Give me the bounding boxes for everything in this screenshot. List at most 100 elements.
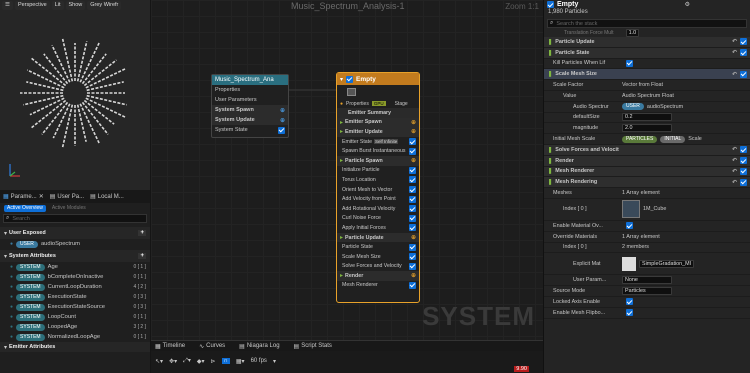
add-system-attribute-button[interactable]: + [138, 253, 146, 259]
stack-row-value[interactable]: Particles [622, 287, 672, 296]
collapse-chevron-icon[interactable]: ▾ [4, 344, 7, 351]
viewport-menu-icon[interactable]: ☰ [2, 1, 13, 10]
stack-row-value[interactable]: SimpleGradation_MI [639, 259, 695, 268]
stack-property-row[interactable]: Source Mode Particles [544, 286, 750, 297]
module-enabled-checkbox[interactable] [409, 243, 416, 251]
stack-property-row[interactable]: Scale Factor Vector from Float [544, 80, 750, 91]
stack-property-row[interactable]: Audio Spectrur USER audioSpectrum [544, 102, 750, 113]
grid-snap-icon[interactable]: ▦▾ [236, 358, 245, 365]
attribute-row[interactable]: ● SYSTEM ExecutionState 0 [ 3 ] [0, 292, 150, 302]
collapse-chevron-icon[interactable]: ▾ [340, 76, 343, 83]
preview-viewport[interactable]: ☰ Perspective Lit Show Grey Wirefr [0, 0, 150, 190]
emitter-node-row[interactable]: ▸ Particle Update ⊕ [337, 232, 419, 243]
cursor-tool-icon[interactable]: ↖▾ [155, 358, 163, 365]
tab-user-parameters[interactable]: ▤ User Pa... [50, 193, 84, 201]
section-enabled-checkbox[interactable] [740, 70, 747, 78]
scale-tool-icon[interactable]: ⤢▾ [183, 357, 191, 365]
attribute-row[interactable]: ● SYSTEM LoopedAge 3 [ 2 ] [0, 322, 150, 332]
tab-curves[interactable]: ∿ Curves [199, 343, 225, 350]
magnet-snap-button[interactable]: ∩ [221, 358, 230, 364]
emitter-node-row[interactable]: Emitter Summary [337, 108, 419, 118]
active-modules-tab[interactable]: Active Modules [49, 205, 89, 211]
emitter-node-row[interactable]: Solve Forces and Velocity [337, 262, 419, 272]
attribute-row[interactable]: ● SYSTEM NormalizedLoopAge 0 [ 1 ] [0, 332, 150, 342]
tab-parameters[interactable]: ▦ Parame... ✕ [3, 193, 44, 201]
system-node[interactable]: Music_Spectrum_Ana Properties User Parame… [211, 74, 289, 138]
module-enabled-checkbox[interactable] [409, 195, 416, 203]
attribute-row[interactable]: ● SYSTEM bCompleteOnInactive 0 [ 1 ] [0, 272, 150, 282]
section-enabled-checkbox[interactable] [740, 167, 747, 175]
add-module-icon[interactable]: ⊕ [280, 107, 285, 114]
emitter-node-row[interactable]: Apply Initial Forces [337, 223, 419, 233]
tab-niagara-log[interactable]: ▤ Niagara Log [239, 343, 279, 350]
show-button[interactable]: Show [65, 1, 86, 10]
node-graph[interactable]: Music_Spectrum_Analysis-1 Zoom 1:1 SYSTE… [151, 0, 543, 340]
stack-property-row[interactable]: Meshes 1 Array element [544, 188, 750, 199]
stack-property-row[interactable]: Index [ 0 ] 2 members [544, 243, 750, 254]
attribute-row[interactable]: ● SYSTEM CurrentLoopDuration 4 [ 2 ] [0, 282, 150, 292]
add-user-parameter-button[interactable]: + [138, 230, 146, 236]
tab-local-modules[interactable]: ▤ Local M... [90, 193, 124, 201]
lit-button[interactable]: Lit [51, 1, 64, 10]
module-enabled-checkbox[interactable] [409, 186, 416, 194]
collapse-chevron-icon[interactable]: ▾ [4, 230, 7, 237]
stack-property-row[interactable]: Enable Mesh Flipbo... [544, 308, 750, 319]
stack-property-row[interactable]: User Param... None [544, 275, 750, 287]
reset-icon[interactable]: ↶ [732, 157, 737, 164]
attribute-row[interactable]: ● SYSTEM Age 0 [ 1 ] [0, 262, 150, 272]
emitter-node-row[interactable]: ▸ Render ⊕ [337, 271, 419, 281]
stack-property-row[interactable]: Override Materials 1 Array element [544, 232, 750, 243]
emitter-properties-button[interactable]: Properties [346, 101, 369, 107]
stack-row-value[interactable]: 2.0 [622, 124, 672, 133]
section-enabled-checkbox[interactable] [740, 38, 747, 46]
section-enabled-checkbox[interactable] [740, 49, 747, 57]
module-enabled-checkbox[interactable] [409, 138, 416, 146]
module-enabled-checkbox[interactable] [409, 214, 416, 222]
emitter-enabled-checkbox[interactable] [346, 75, 354, 83]
stage-button[interactable]: Stage [395, 101, 408, 107]
attribute-row[interactable]: ● SYSTEM ExecutionStateSource 0 [ 3 ] [0, 302, 150, 312]
snap-icon[interactable]: ⊳ [211, 358, 216, 365]
module-enabled-checkbox[interactable] [409, 147, 416, 155]
module-enabled-checkbox[interactable] [409, 224, 416, 232]
stack-property-row[interactable]: Index [ 0 ] 1M_Cube [544, 199, 750, 221]
property-checkbox[interactable] [626, 298, 633, 306]
tab-script-stats[interactable]: ▤ Script Stats [294, 343, 332, 350]
stack-section-row[interactable]: ▌ Mesh Renderer ↶ [544, 166, 750, 178]
stack-row-value[interactable]: 0.2 [622, 113, 672, 122]
system-node-row[interactable]: User Parameters [212, 95, 288, 105]
property-checkbox[interactable] [626, 59, 633, 67]
emitter-node-row[interactable]: Spawn Burst Instantaneous [337, 146, 419, 156]
attribute-row[interactable]: ● SYSTEM LoopCount 0 [ 1 ] [0, 312, 150, 322]
stack-section-row[interactable]: ▌ Scale Mesh Size ↶ [544, 69, 750, 81]
stack-section-row[interactable]: ▌ Render ↶ [544, 155, 750, 167]
tab-timeline[interactable]: ▦ Timeline [155, 343, 185, 350]
stack-property-row[interactable]: Enable Material Ov... [544, 221, 750, 232]
emitter-node-row[interactable]: Scale Mesh Size [337, 252, 419, 262]
stack-property-row[interactable]: defaultSize 0.2 [544, 113, 750, 124]
stack-section-row[interactable]: ▌ Mesh Rendering ↶ [544, 177, 750, 189]
module-enabled-checkbox[interactable] [409, 176, 416, 184]
system-node-row[interactable]: System Spawn ⊕ [212, 105, 288, 115]
reset-icon[interactable]: ↶ [732, 168, 737, 175]
stack-section-row[interactable]: ▌ Particle Update ↶ [544, 37, 750, 48]
module-enabled-checkbox[interactable] [409, 205, 416, 213]
add-module-icon[interactable]: ⊕ [411, 272, 416, 279]
module-enabled-checkbox[interactable] [409, 281, 416, 289]
property-checkbox[interactable] [626, 222, 633, 230]
keyframe-icon[interactable]: ◆▾ [197, 358, 205, 365]
collapse-chevron-icon[interactable]: ▾ [4, 253, 7, 260]
grey-wireframe-button[interactable]: Grey Wirefr [87, 1, 122, 10]
module-enabled-checkbox[interactable] [409, 166, 416, 174]
attribute-row[interactable]: ● USER audioSpectrum [0, 239, 150, 249]
reset-icon[interactable]: ↶ [732, 146, 737, 153]
emitter-node-row[interactable]: Particle State [337, 242, 419, 252]
reset-icon[interactable]: ↶ [732, 71, 737, 78]
emitter-enabled-checkbox[interactable] [547, 1, 554, 8]
perspective-button[interactable]: Perspective [14, 1, 50, 10]
emitter-node-row[interactable]: ▸ Emitter Spawn ⊕ [337, 117, 419, 128]
system-node-row[interactable]: System Update ⊕ [212, 115, 288, 125]
emitter-node-row[interactable]: ▸ Emitter Update ⊕ [337, 127, 419, 137]
stack-row-value[interactable]: None [622, 276, 672, 285]
emitter-node-row[interactable]: Add Rotational Velocity [337, 204, 419, 214]
